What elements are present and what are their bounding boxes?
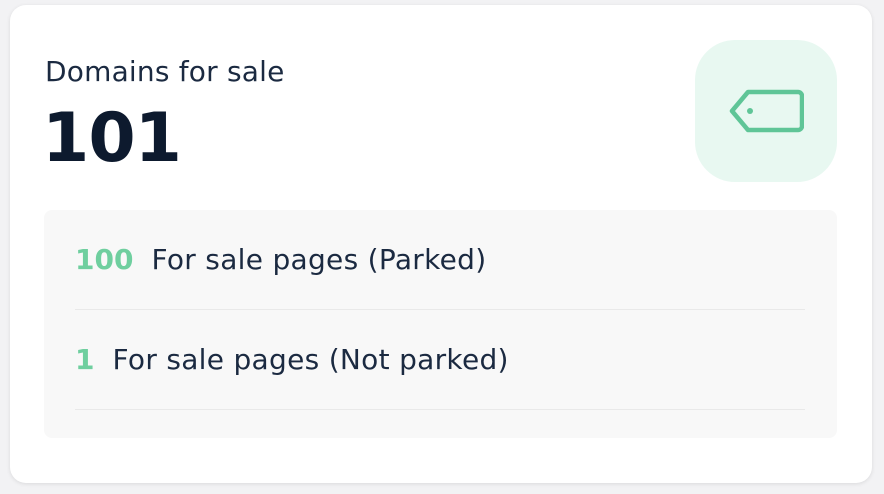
breakdown-panel: 100 For sale pages (Parked) 1 For sale p… xyxy=(44,210,837,438)
breakdown-row-parked: 100 For sale pages (Parked) xyxy=(75,210,805,310)
not-parked-count: 1 xyxy=(75,343,95,376)
breakdown-row-not-parked: 1 For sale pages (Not parked) xyxy=(75,310,805,410)
card-title: Domains for sale xyxy=(45,55,285,88)
domains-for-sale-card: Domains for sale 101 100 For sale pages … xyxy=(10,5,872,483)
parked-label: For sale pages (Parked) xyxy=(151,243,487,276)
parked-count: 100 xyxy=(75,243,134,276)
total-count: 101 xyxy=(42,99,182,178)
price-tag-icon xyxy=(729,89,804,133)
icon-tile xyxy=(695,40,837,182)
not-parked-label: For sale pages (Not parked) xyxy=(112,343,509,376)
